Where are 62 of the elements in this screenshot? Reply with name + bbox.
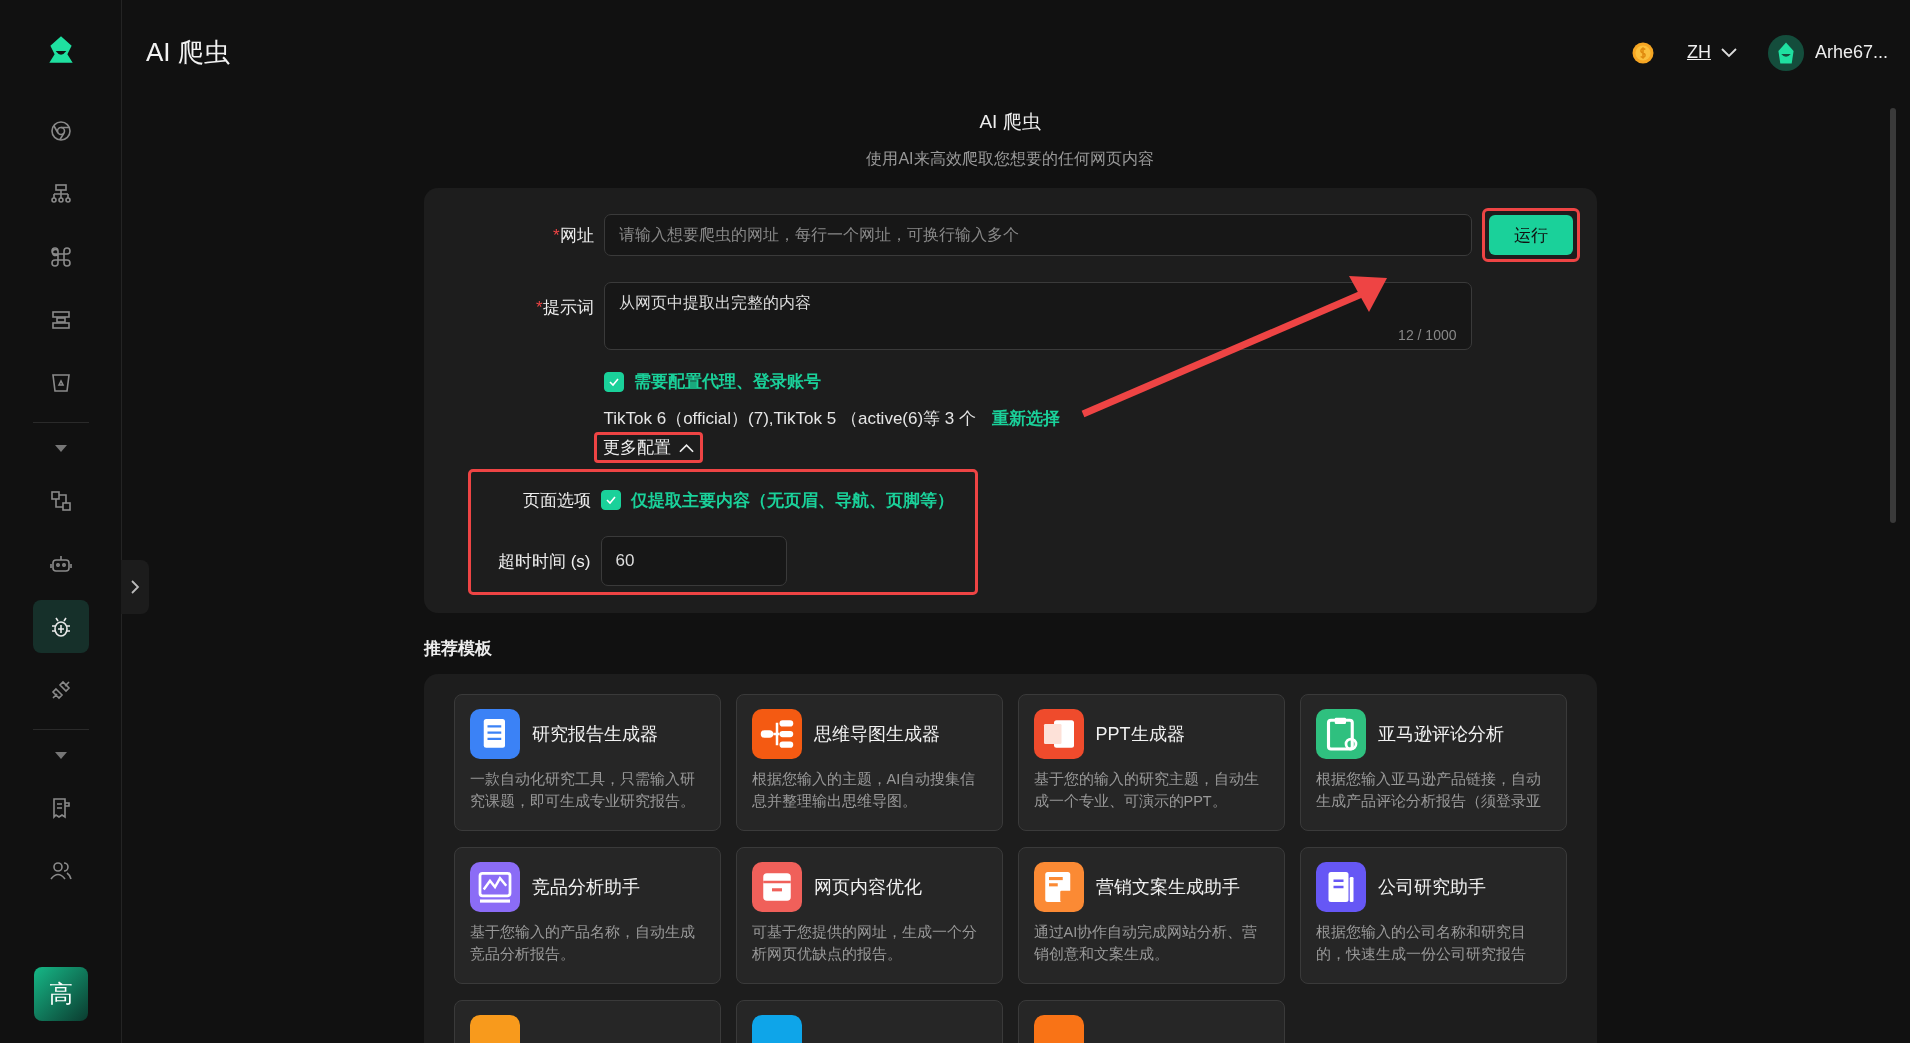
template-title: 公司研究助手 xyxy=(1377,876,1486,899)
template-card[interactable]: 竞品分析助手 基于您输入的产品名称，自动生成竞品分析报告。 xyxy=(453,847,721,984)
sitemap-icon xyxy=(48,181,73,206)
checkbox[interactable] xyxy=(603,371,624,392)
template-card[interactable]: 营销文案生成助手 通过AI协作自动完成网站分析、营销创意和文案生成。 xyxy=(1017,847,1285,984)
template-description: 基于您输入的产品名称，自动生成竞品分析报告。 xyxy=(469,923,696,964)
globe-icon xyxy=(48,118,73,143)
chevron-right-icon xyxy=(130,579,140,595)
prompt-text: 从网页中提取出完整的内容 xyxy=(618,294,811,311)
prompt-textarea[interactable]: 从网页中提取出完整的内容 12 / 1000 xyxy=(603,282,1472,350)
template-description: 一款自动化研究工具，只需输入研究课题，即可生成专业研究报告。 xyxy=(469,770,696,811)
expand-handle[interactable] xyxy=(121,560,149,614)
timeout-input[interactable]: 60 xyxy=(600,536,787,586)
language-selector[interactable]: ZH xyxy=(1686,42,1737,63)
field-label: *提示词 xyxy=(534,297,594,319)
flow-icon xyxy=(48,488,73,513)
more-settings-toggle[interactable]: 更多配置 xyxy=(602,436,694,459)
sidebar-item[interactable] xyxy=(32,600,89,653)
template-description: 可基于您提供的网址，生成一个分析网页优缺点的报告。 xyxy=(751,923,978,964)
template-description: 根据您输入的公司名称和研究目的，快速生成一份公司研究报告 xyxy=(1315,923,1527,964)
template-description: 基于您的输入的研究主题，自动生成一个专业、可演示的PPT。 xyxy=(1033,770,1260,811)
run-button[interactable]: 运行 xyxy=(1488,215,1573,255)
caret-icon[interactable] xyxy=(54,752,67,760)
field-label: *网址 xyxy=(551,224,594,247)
page-header-title: AI 爬虫 xyxy=(146,36,230,69)
template-card[interactable]: 研究报告生成器 一款自动化研究工具，只需输入研究课题，即可生成专业研究报告。 xyxy=(453,694,721,831)
checkbox[interactable] xyxy=(600,490,621,510)
plan-badge[interactable]: 高 xyxy=(33,967,88,1021)
avatar-icon[interactable] xyxy=(1766,33,1805,72)
chevron-up-icon xyxy=(678,442,694,453)
command-icon xyxy=(48,244,73,269)
field-label: 超时时间 (s) xyxy=(496,550,591,573)
template-title: 营销文案生成助手 xyxy=(1095,876,1240,899)
section-title: 推荐模板 xyxy=(423,638,493,660)
scrollbar[interactable] xyxy=(1890,108,1896,523)
url-input[interactable]: 请输入想要爬虫的网址，每行一个网址，可换行输入多个 xyxy=(603,214,1472,256)
template-title: 亚马逊评论分析 xyxy=(1377,723,1504,746)
reselect-link[interactable]: 重新选择 xyxy=(992,407,1060,430)
template-card[interactable]: 思维导图生成器 根据您输入的主题，AI自动搜集信息并整理输出思维导图。 xyxy=(735,694,1003,831)
template-card[interactable]: 亚马逊评论分析 根据您输入亚马逊产品链接，自动生成产品评论分析报告（须登录亚 xyxy=(1299,694,1567,831)
checkbox-label[interactable]: 仅提取主要内容（无页眉、导航、页脚等） xyxy=(630,488,954,512)
field-label: 页面选项 xyxy=(521,489,591,512)
page-title: AI 爬虫 xyxy=(978,110,1042,134)
check-icon xyxy=(604,494,617,506)
character-counter: 12 / 1000 xyxy=(1398,327,1457,343)
checkbox-label[interactable]: 需要配置代理、登录账号 xyxy=(633,370,821,393)
template-title: 研究报告生成器 xyxy=(531,723,658,746)
template-title: 思维导图生成器 xyxy=(813,723,940,746)
page-subtitle: 使用AI来高效爬取您想要的任何网页内容 xyxy=(865,149,1155,169)
chevron-down-icon xyxy=(1720,47,1737,58)
template-description: 根据您输入的主题，AI自动搜集信息并整理输出思维导图。 xyxy=(751,770,977,811)
template-title: PPT生成器 xyxy=(1095,723,1185,746)
account-summary: TikTok 6（official）(7),TikTok 5 （active(6)等 3 个 xyxy=(603,408,976,430)
template-description: 根据您输入亚马逊产品链接，自动生成产品评论分析报告（须登录亚 xyxy=(1315,770,1542,811)
template-title: 网页内容优化 xyxy=(813,876,922,899)
template-card[interactable]: PPT生成器 基于您的输入的研究主题，自动生成一个专业、可演示的PPT。 xyxy=(1017,694,1285,831)
user-name[interactable]: Arhe67... xyxy=(1814,42,1888,63)
template-card[interactable]: 网页内容优化 可基于您提供的网址，生成一个分析网页优缺点的报告。 xyxy=(735,847,1003,984)
template-card[interactable]: 公司研究助手 根据您输入的公司名称和研究目的，快速生成一份公司研究报告 xyxy=(1299,847,1567,984)
template-description: 通过AI协作自动完成网站分析、营销创意和文案生成。 xyxy=(1033,923,1259,964)
template-title: 竞品分析助手 xyxy=(531,876,640,899)
caret-icon[interactable] xyxy=(54,445,67,453)
